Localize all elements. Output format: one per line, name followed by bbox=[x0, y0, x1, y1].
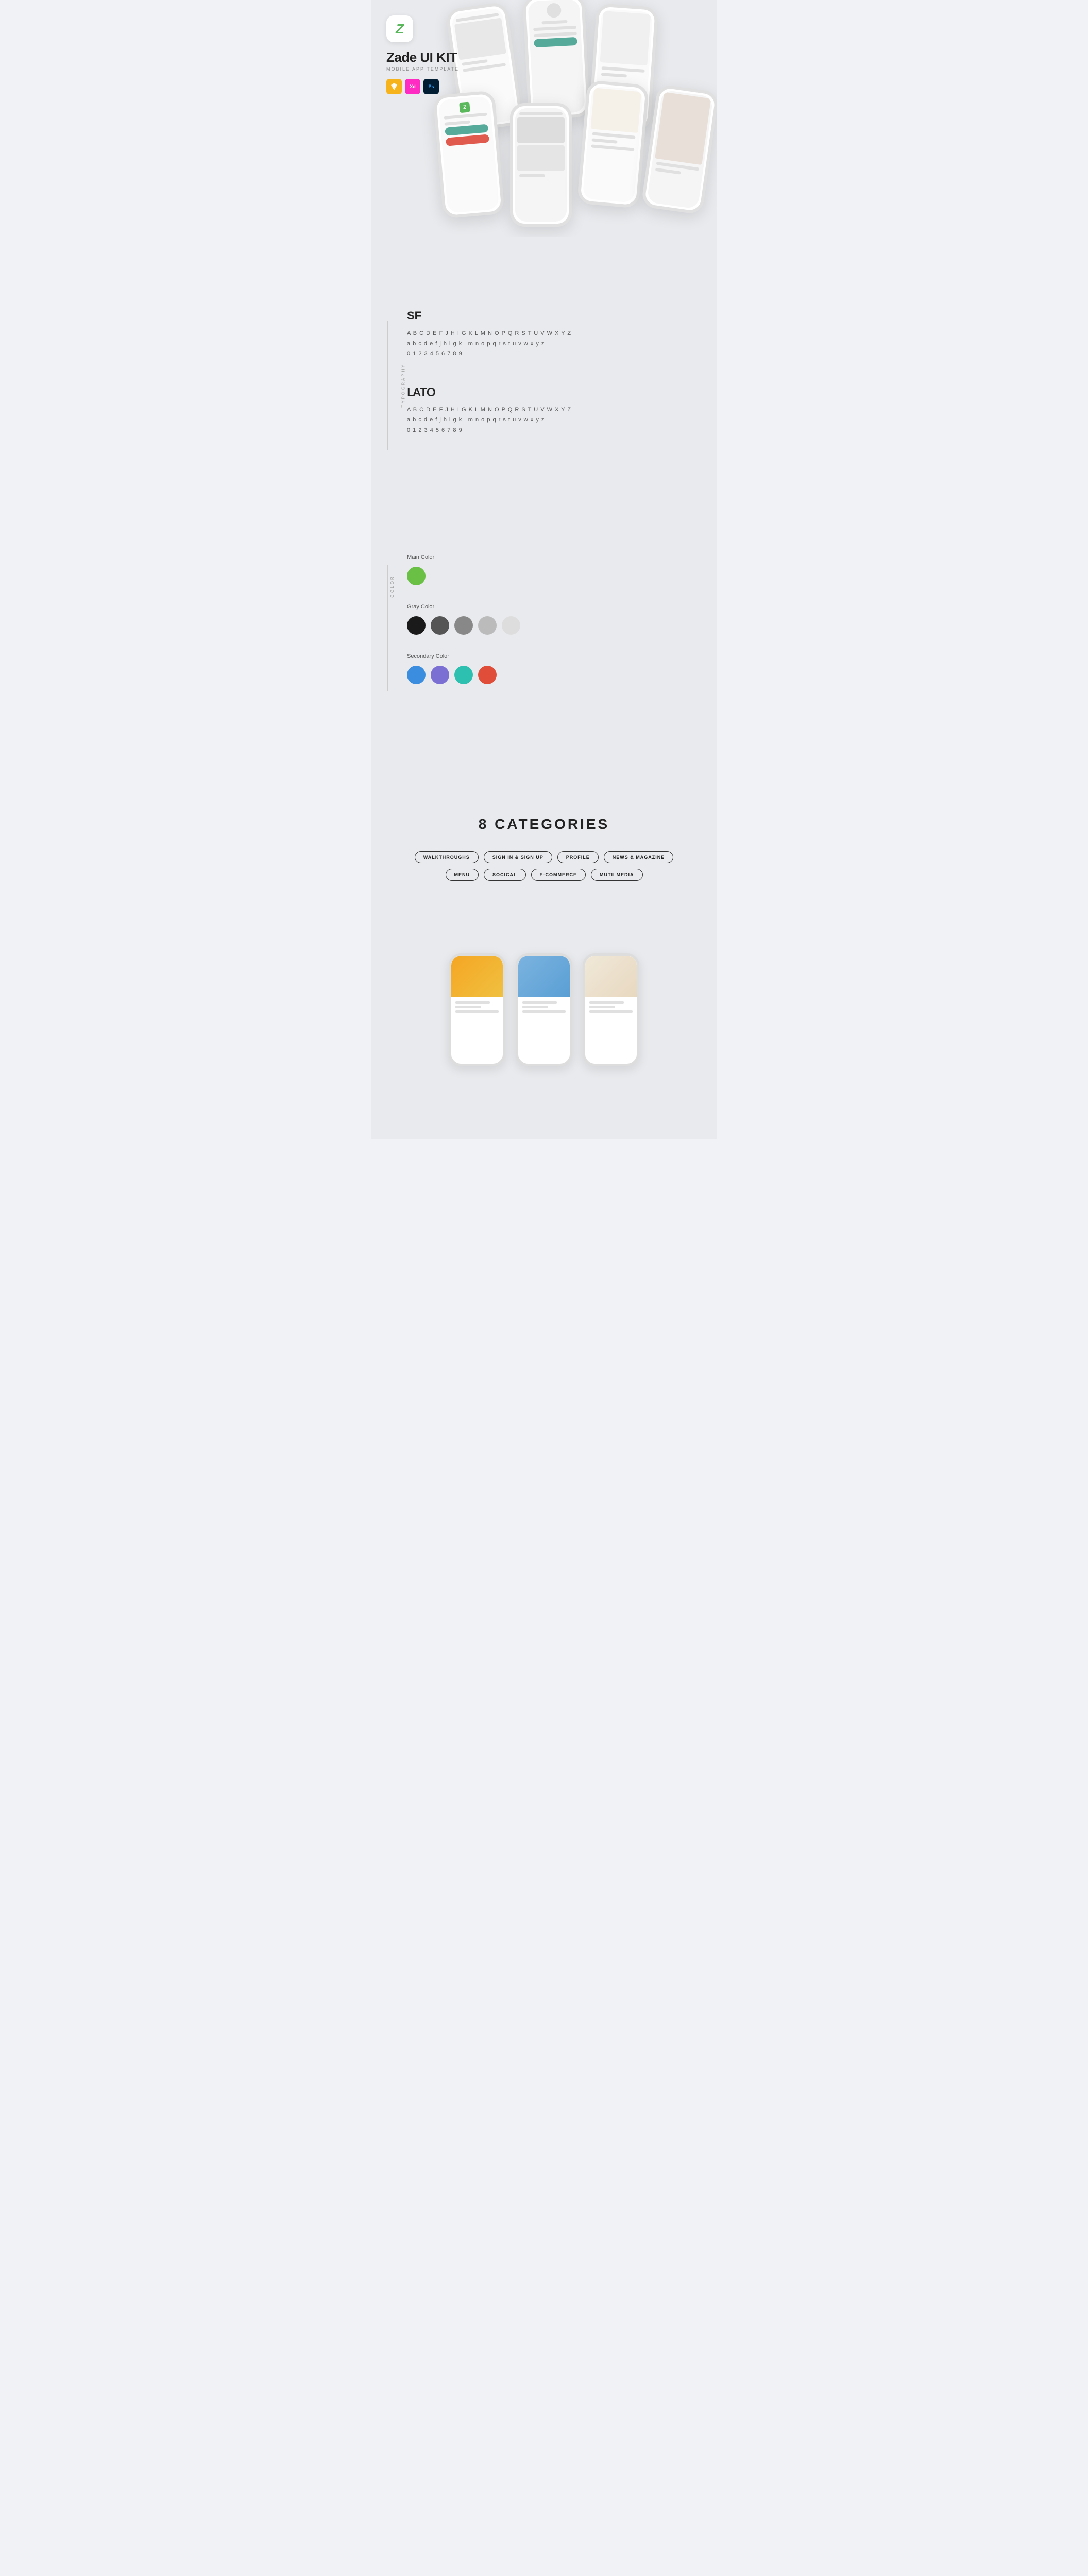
tag-news-magazine[interactable]: NEWS & MAGAZINE bbox=[604, 851, 674, 863]
color-swatches-main bbox=[407, 567, 717, 585]
swatch-gray-lightest bbox=[502, 616, 520, 635]
preview-lines-2 bbox=[518, 997, 570, 1019]
swatch-gray-medium bbox=[454, 616, 473, 635]
font-chars-lato-lower: a b c d e f j h i g k l m n o p q r s t … bbox=[407, 415, 717, 426]
font-block-sf: SF A B C D E F J H I G K L M N O P Q R S… bbox=[407, 309, 717, 359]
preview-screen-1 bbox=[451, 956, 503, 1064]
bottom-spacer bbox=[371, 1087, 717, 1139]
phone-mockup-6 bbox=[577, 80, 649, 209]
tag-social[interactable]: SOCICAL bbox=[484, 869, 526, 881]
ps-icon: Ps bbox=[423, 79, 439, 94]
font-chars-sf-lower: a b c d e f j h i g k l m n o p q r s t … bbox=[407, 339, 717, 349]
preview-line bbox=[522, 1001, 557, 1004]
brand-subtitle: MOBILE APP TEMPLATE bbox=[386, 66, 459, 72]
color-label-gray: Gray Color bbox=[407, 604, 717, 610]
swatch-gray-dark bbox=[431, 616, 449, 635]
spacer-4 bbox=[371, 912, 717, 933]
color-label-vertical: COLOR bbox=[390, 575, 395, 597]
typography-content: SF A B C D E F J H I G K L M N O P Q R S… bbox=[407, 309, 717, 462]
preview-line bbox=[589, 1010, 633, 1013]
phone-mockup-7 bbox=[641, 84, 717, 215]
preview-line bbox=[455, 1006, 481, 1008]
tag-profile[interactable]: PROFILE bbox=[557, 851, 599, 863]
preview-phone-3 bbox=[583, 953, 639, 1066]
typography-section: TYPOGRAPHY SF A B C D E F J H I G K L M … bbox=[371, 278, 717, 493]
color-group-secondary: Secondary Color bbox=[407, 653, 717, 684]
preview-line bbox=[455, 1010, 499, 1013]
tag-multimedia[interactable]: MUTILMEDIA bbox=[591, 869, 643, 881]
spacer-3 bbox=[371, 734, 717, 775]
color-section: COLOR Main Color Gray Color Secondary Co… bbox=[371, 523, 717, 734]
sketch-icon bbox=[386, 79, 402, 94]
font-block-lato: LATO A B C D E F J H I G K L M N O P Q R… bbox=[407, 385, 717, 435]
xd-icon: Xd bbox=[405, 79, 420, 94]
swatch-gray-light bbox=[478, 616, 497, 635]
preview-screen-3 bbox=[585, 956, 637, 1064]
phone-mockup-5 bbox=[510, 103, 572, 227]
preview-screen-2 bbox=[518, 956, 570, 1064]
preview-line bbox=[522, 1006, 548, 1008]
swatch-blue bbox=[407, 666, 426, 684]
font-name-sf: SF bbox=[407, 309, 717, 323]
font-chars-lato-nums: 0 1 2 3 4 5 6 7 8 9 bbox=[407, 426, 717, 436]
category-tags-container: WALKTHROUGHS SIGN IN & SIGN UP PROFILE N… bbox=[400, 851, 688, 881]
swatch-red bbox=[478, 666, 497, 684]
font-name-lato: LATO bbox=[407, 385, 717, 399]
brand-title: Zade UI KIT bbox=[386, 49, 459, 65]
phone-mockup-4: Z bbox=[433, 90, 505, 219]
swatch-gray-darkest bbox=[407, 616, 426, 635]
app-icon-z-letter: Z bbox=[396, 21, 404, 37]
swatch-teal bbox=[454, 666, 473, 684]
app-icon: Z bbox=[386, 15, 413, 42]
categories-title: 8 CATEGORIES bbox=[386, 816, 702, 833]
color-divider-line bbox=[387, 565, 388, 691]
tag-sign-in-sign-up[interactable]: SIGN IN & SIGN UP bbox=[484, 851, 552, 863]
z-logo-small: Z bbox=[459, 102, 470, 113]
color-group-gray: Gray Color bbox=[407, 604, 717, 635]
phone-mockup-2 bbox=[522, 0, 590, 120]
preview-line bbox=[455, 1001, 490, 1004]
tool-icons-row: Xd Ps bbox=[386, 79, 459, 94]
color-swatches-gray bbox=[407, 616, 717, 635]
color-swatches-secondary bbox=[407, 666, 717, 684]
spacer-2 bbox=[371, 493, 717, 523]
brand-info: Z Zade UI KIT MOBILE APP TEMPLATE Xd Ps bbox=[386, 15, 459, 94]
preview-img-2 bbox=[518, 956, 570, 997]
swatch-purple bbox=[431, 666, 449, 684]
preview-img-3 bbox=[585, 956, 637, 997]
preview-phone-1 bbox=[449, 953, 505, 1066]
tag-menu[interactable]: MENU bbox=[446, 869, 479, 881]
tag-walkthroughs[interactable]: WALKTHROUGHS bbox=[415, 851, 479, 863]
preview-phones-section bbox=[371, 933, 717, 1087]
preview-lines-3 bbox=[585, 997, 637, 1019]
typography-divider-line bbox=[387, 321, 388, 449]
font-chars-lato-upper: A B C D E F J H I G K L M N O P Q R S T … bbox=[407, 405, 717, 415]
preview-lines-1 bbox=[451, 997, 503, 1019]
hero-section: Z bbox=[371, 0, 717, 237]
typography-label: TYPOGRAPHY bbox=[401, 363, 405, 408]
preview-line bbox=[589, 1001, 624, 1004]
tag-ecommerce[interactable]: E-COMMERCE bbox=[531, 869, 586, 881]
spacer-1 bbox=[371, 237, 717, 278]
preview-phone-2 bbox=[516, 953, 572, 1066]
preview-img-1 bbox=[451, 956, 503, 997]
font-chars-sf-upper: A B C D E F J H I G K L M N O P Q R S T … bbox=[407, 329, 717, 339]
swatch-green bbox=[407, 567, 426, 585]
color-group-main: Main Color bbox=[407, 554, 717, 585]
preview-line bbox=[589, 1006, 615, 1008]
color-label-main: Main Color bbox=[407, 554, 717, 561]
preview-line bbox=[522, 1010, 566, 1013]
font-chars-sf-nums: 0 1 2 3 4 5 6 7 8 9 bbox=[407, 349, 717, 360]
color-label-secondary: Secondary Color bbox=[407, 653, 717, 659]
categories-section: 8 CATEGORIES WALKTHROUGHS SIGN IN & SIGN… bbox=[371, 775, 717, 912]
